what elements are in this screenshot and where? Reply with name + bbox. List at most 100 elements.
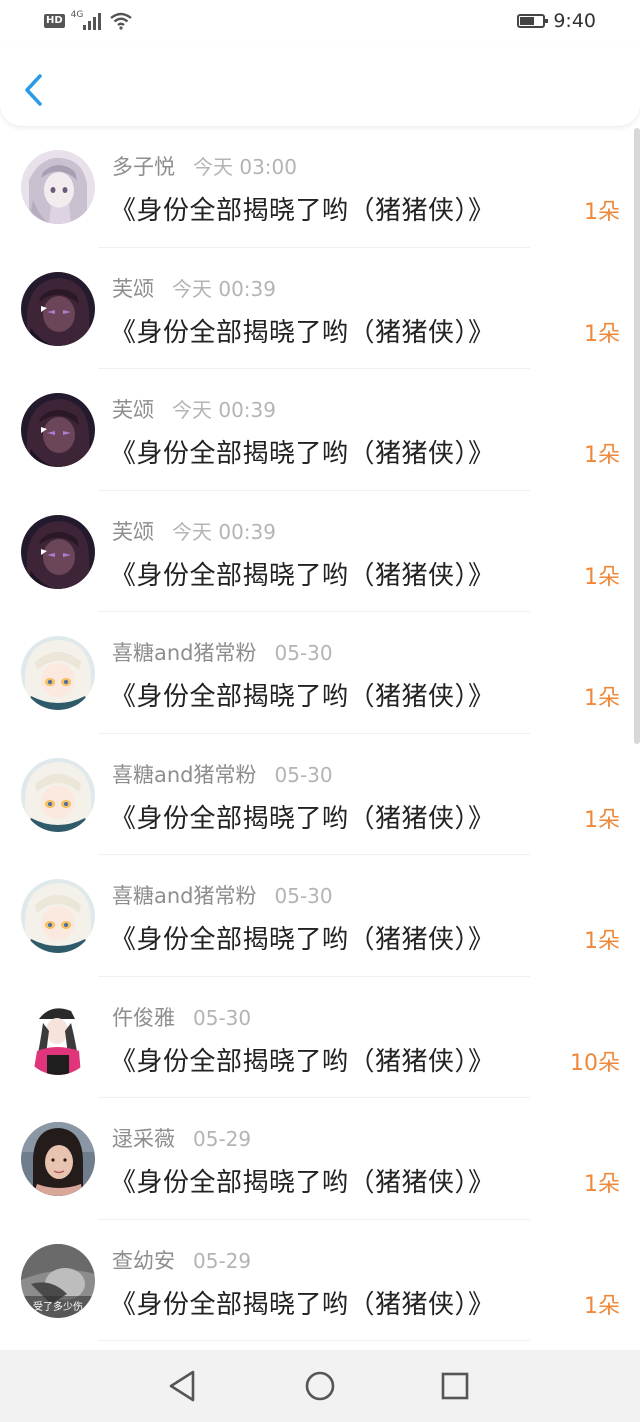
timestamp: 今天 00:39 bbox=[172, 519, 276, 544]
chevron-left-icon bbox=[25, 74, 42, 106]
anime-white-hair-avatar-icon bbox=[21, 757, 95, 832]
square-recents-icon bbox=[441, 1372, 469, 1400]
hd-badge: HD bbox=[44, 14, 65, 28]
sender-name: 查幼安 bbox=[112, 1248, 175, 1273]
grayscale-photo-avatar-icon: 受了多少伤 bbox=[21, 1243, 95, 1318]
anime-girl-avatar-light-icon bbox=[21, 150, 95, 224]
avatar[interactable] bbox=[21, 514, 95, 589]
timestamp: 今天 03:00 bbox=[193, 155, 297, 179]
avatar[interactable] bbox=[21, 757, 95, 832]
name-line: 查幼安 05-29 bbox=[112, 1245, 251, 1275]
gift-title: 《身份全部揭晓了哟（猪猪侠）》 bbox=[110, 439, 495, 469]
avatar[interactable] bbox=[21, 271, 95, 346]
anime-girl-avatar-dark-icon bbox=[21, 271, 95, 346]
nav-back-button[interactable] bbox=[163, 1366, 203, 1406]
gift-title: 《身份全部揭晓了哟（猪猪侠）》 bbox=[110, 1046, 495, 1077]
gift-title: 《身份全部揭晓了哟（猪猪侠）》 bbox=[110, 1289, 495, 1320]
status-bar: HD 4G 9:40 bbox=[0, 0, 640, 44]
status-left: HD 4G bbox=[44, 10, 133, 32]
name-line: 仵俊雅 05-30 bbox=[112, 1002, 251, 1032]
scrollbar[interactable] bbox=[634, 128, 640, 744]
flower-count: 10朵 bbox=[570, 1050, 620, 1076]
sender-name: 芙颂 bbox=[112, 276, 154, 301]
gift-title: 《身份全部揭晓了哟（猪猪侠）》 bbox=[110, 196, 495, 226]
avatar-caption: 受了多少伤 bbox=[33, 1300, 83, 1313]
gift-title: 《身份全部揭晓了哟（猪猪侠）》 bbox=[110, 682, 495, 712]
timestamp: 今天 00:39 bbox=[172, 276, 276, 301]
flower-count: 1朵 bbox=[584, 1293, 620, 1319]
screen: HD 4G 9:40 多子悦 今天 03:00 《身份全部揭晓了哟（猪猪侠）》 … bbox=[0, 0, 640, 1422]
header bbox=[0, 44, 640, 126]
avatar[interactable] bbox=[21, 150, 95, 224]
anime-white-hair-avatar-icon bbox=[21, 636, 95, 710]
gift-title: 《身份全部揭晓了哟（猪猪侠）》 bbox=[110, 560, 495, 591]
list-item[interactable]: 芙颂 今天 00:39 《身份全部揭晓了哟（猪猪侠）》 1朵 bbox=[0, 248, 640, 369]
sender-name: 逯采薇 bbox=[112, 1127, 175, 1151]
gift-title: 《身份全部揭晓了哟（猪猪侠）》 bbox=[110, 925, 495, 955]
divider bbox=[98, 1340, 530, 1341]
list-item[interactable]: 受了多少伤 查幼安 05-29 《身份全部揭晓了哟（猪猪侠）》 1朵 bbox=[0, 1220, 640, 1341]
sender-name: 喜糖and猪常粉 bbox=[112, 762, 257, 787]
sender-name: 喜糖and猪常粉 bbox=[112, 884, 257, 908]
list-item[interactable]: 喜糖and猪常粉 05-30 《身份全部揭晓了哟（猪猪侠）》 1朵 bbox=[0, 612, 640, 734]
timestamp: 05-30 bbox=[274, 884, 333, 908]
timestamp: 05-30 bbox=[274, 762, 333, 787]
avatar[interactable] bbox=[21, 879, 95, 953]
name-line: 喜糖and猪常粉 05-30 bbox=[112, 880, 333, 910]
nav-home-button[interactable] bbox=[300, 1366, 340, 1406]
anime-white-hair-avatar-icon bbox=[21, 879, 95, 953]
network-type: 4G bbox=[70, 10, 84, 20]
sender-name: 仵俊雅 bbox=[112, 1005, 175, 1030]
flower-count: 1朵 bbox=[584, 564, 620, 590]
list-item[interactable]: 喜糖and猪常粉 05-30 《身份全部揭晓了哟（猪猪侠）》 1朵 bbox=[0, 734, 640, 855]
sender-name: 芙颂 bbox=[112, 519, 154, 544]
timestamp: 05-30 bbox=[193, 1005, 252, 1030]
list-item[interactable]: 仵俊雅 05-30 《身份全部揭晓了哟（猪猪侠）》 10朵 bbox=[0, 977, 640, 1098]
avatar[interactable] bbox=[21, 1000, 95, 1075]
list-item[interactable]: 逯采薇 05-29 《身份全部揭晓了哟（猪猪侠）》 1朵 bbox=[0, 1098, 640, 1220]
list-item[interactable]: 多子悦 今天 03:00 《身份全部揭晓了哟（猪猪侠）》 1朵 bbox=[0, 126, 640, 248]
timestamp: 今天 00:39 bbox=[172, 398, 276, 422]
name-line: 喜糖and猪常粉 05-30 bbox=[112, 637, 333, 667]
timestamp: 05-30 bbox=[274, 641, 333, 665]
gift-title: 《身份全部揭晓了哟（猪猪侠）》 bbox=[110, 317, 495, 348]
sender-name: 喜糖and猪常粉 bbox=[112, 641, 257, 665]
name-line: 芙颂 今天 00:39 bbox=[112, 516, 276, 546]
photo-girl-avatar-icon bbox=[21, 1122, 95, 1196]
avatar[interactable]: 受了多少伤 bbox=[21, 1243, 95, 1318]
anime-girl-avatar-dark-icon bbox=[21, 514, 95, 589]
system-nav-bar bbox=[0, 1350, 640, 1422]
avatar[interactable] bbox=[21, 636, 95, 710]
flower-count: 1朵 bbox=[584, 807, 620, 833]
name-line: 多子悦 今天 03:00 bbox=[112, 151, 297, 181]
timestamp: 05-29 bbox=[193, 1127, 252, 1151]
flower-count: 1朵 bbox=[584, 1172, 620, 1197]
flower-count: 1朵 bbox=[584, 443, 620, 468]
gift-record-list: 多子悦 今天 03:00 《身份全部揭晓了哟（猪猪侠）》 1朵 芙颂 今天 00… bbox=[0, 126, 640, 1341]
wifi-icon bbox=[110, 12, 133, 30]
name-line: 芙颂 今天 00:39 bbox=[112, 273, 276, 303]
anime-girl-avatar-dark-icon bbox=[21, 393, 95, 467]
nav-recents-button[interactable] bbox=[435, 1366, 475, 1406]
name-line: 喜糖and猪常粉 05-30 bbox=[112, 759, 333, 789]
cap-girl-avatar-icon bbox=[21, 1000, 95, 1075]
battery-icon bbox=[517, 14, 549, 28]
list-item[interactable]: 芙颂 今天 00:39 《身份全部揭晓了哟（猪猪侠）》 1朵 bbox=[0, 369, 640, 491]
list-item[interactable]: 芙颂 今天 00:39 《身份全部揭晓了哟（猪猪侠）》 1朵 bbox=[0, 491, 640, 612]
sender-name: 芙颂 bbox=[112, 398, 154, 422]
timestamp: 05-29 bbox=[193, 1248, 252, 1273]
flower-count: 1朵 bbox=[584, 929, 620, 954]
gift-title: 《身份全部揭晓了哟（猪猪侠）》 bbox=[110, 803, 495, 834]
back-button[interactable] bbox=[18, 72, 48, 108]
avatar[interactable] bbox=[21, 1122, 95, 1196]
circle-home-icon bbox=[305, 1371, 335, 1401]
list-item[interactable]: 喜糖and猪常粉 05-30 《身份全部揭晓了哟（猪猪侠）》 1朵 bbox=[0, 855, 640, 977]
gift-title: 《身份全部揭晓了哟（猪猪侠）》 bbox=[110, 1168, 495, 1198]
name-line: 芙颂 今天 00:39 bbox=[112, 394, 276, 424]
triangle-back-icon bbox=[169, 1370, 195, 1402]
avatar[interactable] bbox=[21, 393, 95, 467]
flower-count: 1朵 bbox=[584, 321, 620, 347]
sender-name: 多子悦 bbox=[112, 155, 175, 179]
signal-icon bbox=[83, 13, 102, 30]
status-right: 9:40 bbox=[517, 10, 596, 32]
